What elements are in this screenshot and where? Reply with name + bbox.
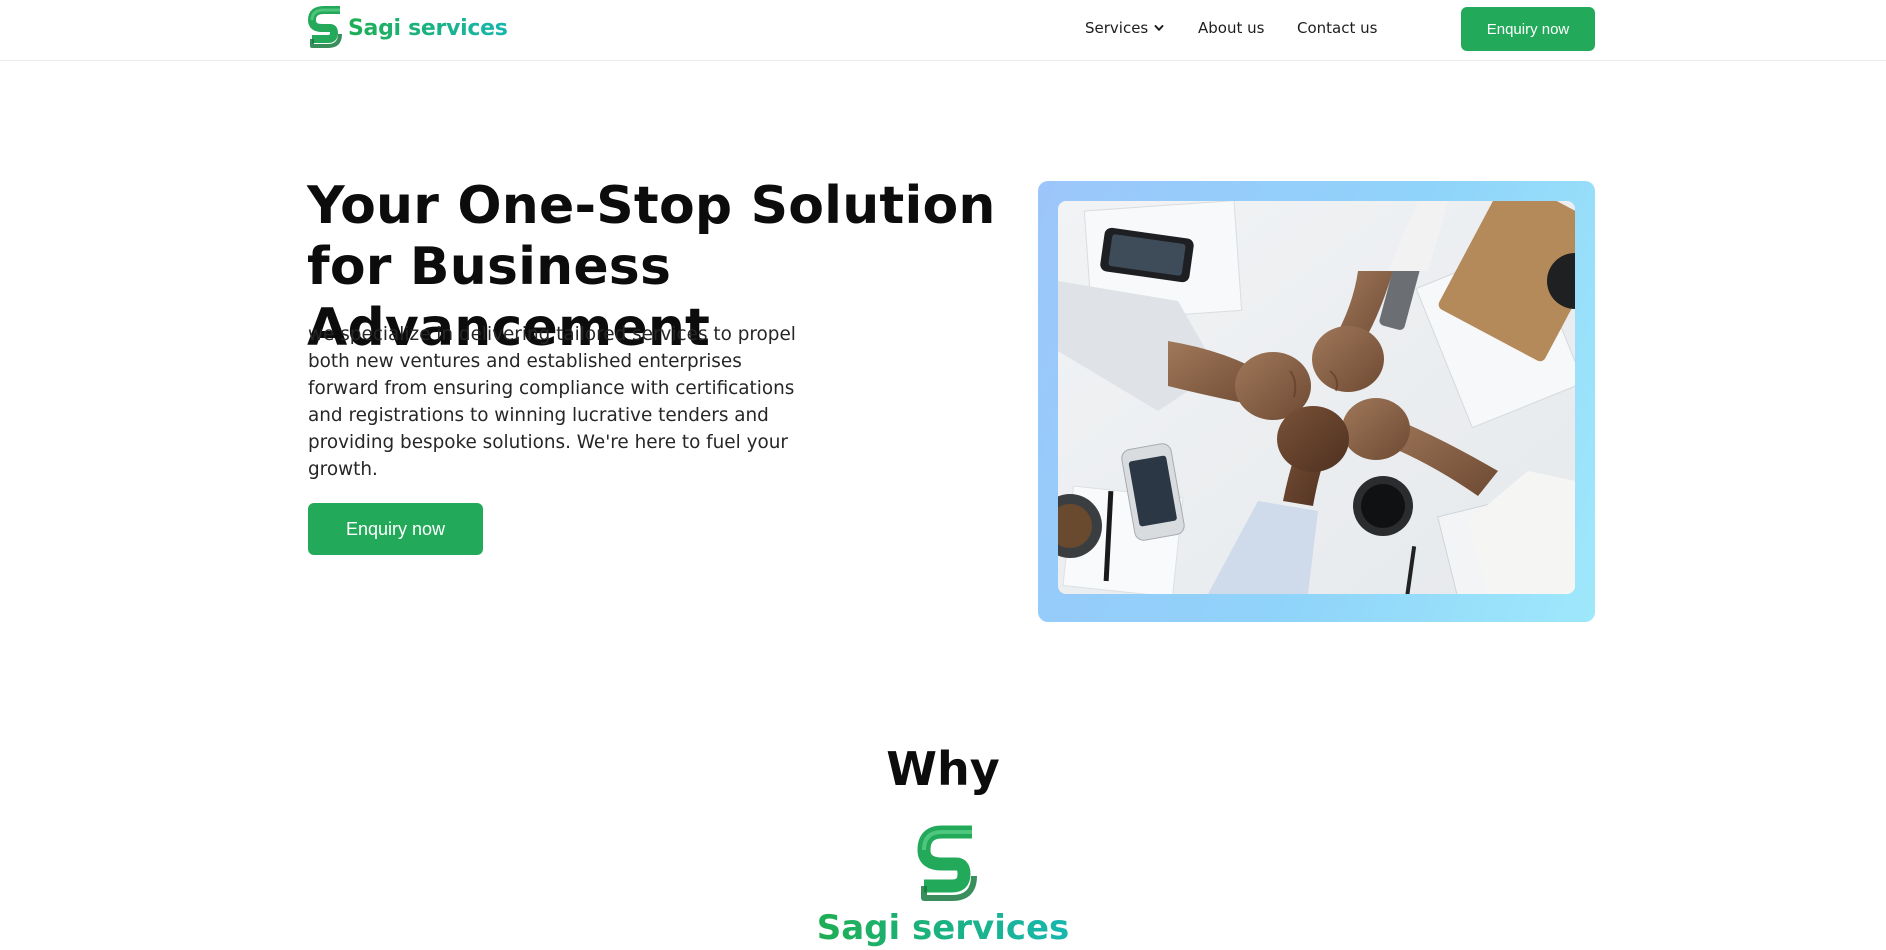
- hero-description: we specialize in delivering tailored ser…: [308, 324, 796, 480]
- teamwork-fists-photo: [1058, 201, 1575, 594]
- chevron-down-icon: [1154, 25, 1164, 31]
- nav-item-about[interactable]: About us: [1198, 18, 1264, 38]
- hero-image-frame: [1038, 181, 1595, 622]
- site-logo-text: Sagi services: [348, 15, 508, 41]
- s-logo-icon: [308, 6, 342, 48]
- why-brand-name: Sagi services: [0, 906, 1886, 950]
- header-enquiry-button[interactable]: Enquiry now: [1461, 7, 1595, 51]
- nav-item-services[interactable]: Services: [1085, 18, 1165, 38]
- site-header: Sagi services Services About us Contact …: [0, 0, 1886, 61]
- hero-enquiry-button[interactable]: Enquiry now: [308, 503, 483, 555]
- nav-item-services-label: Services: [1085, 19, 1149, 37]
- why-heading: Why: [886, 742, 1000, 796]
- s-logo-icon: [917, 825, 977, 901]
- why-brand-text: Sagi services: [816, 908, 1070, 948]
- site-logo[interactable]: Sagi services: [308, 6, 508, 50]
- nav-item-contact[interactable]: Contact us: [1297, 18, 1377, 38]
